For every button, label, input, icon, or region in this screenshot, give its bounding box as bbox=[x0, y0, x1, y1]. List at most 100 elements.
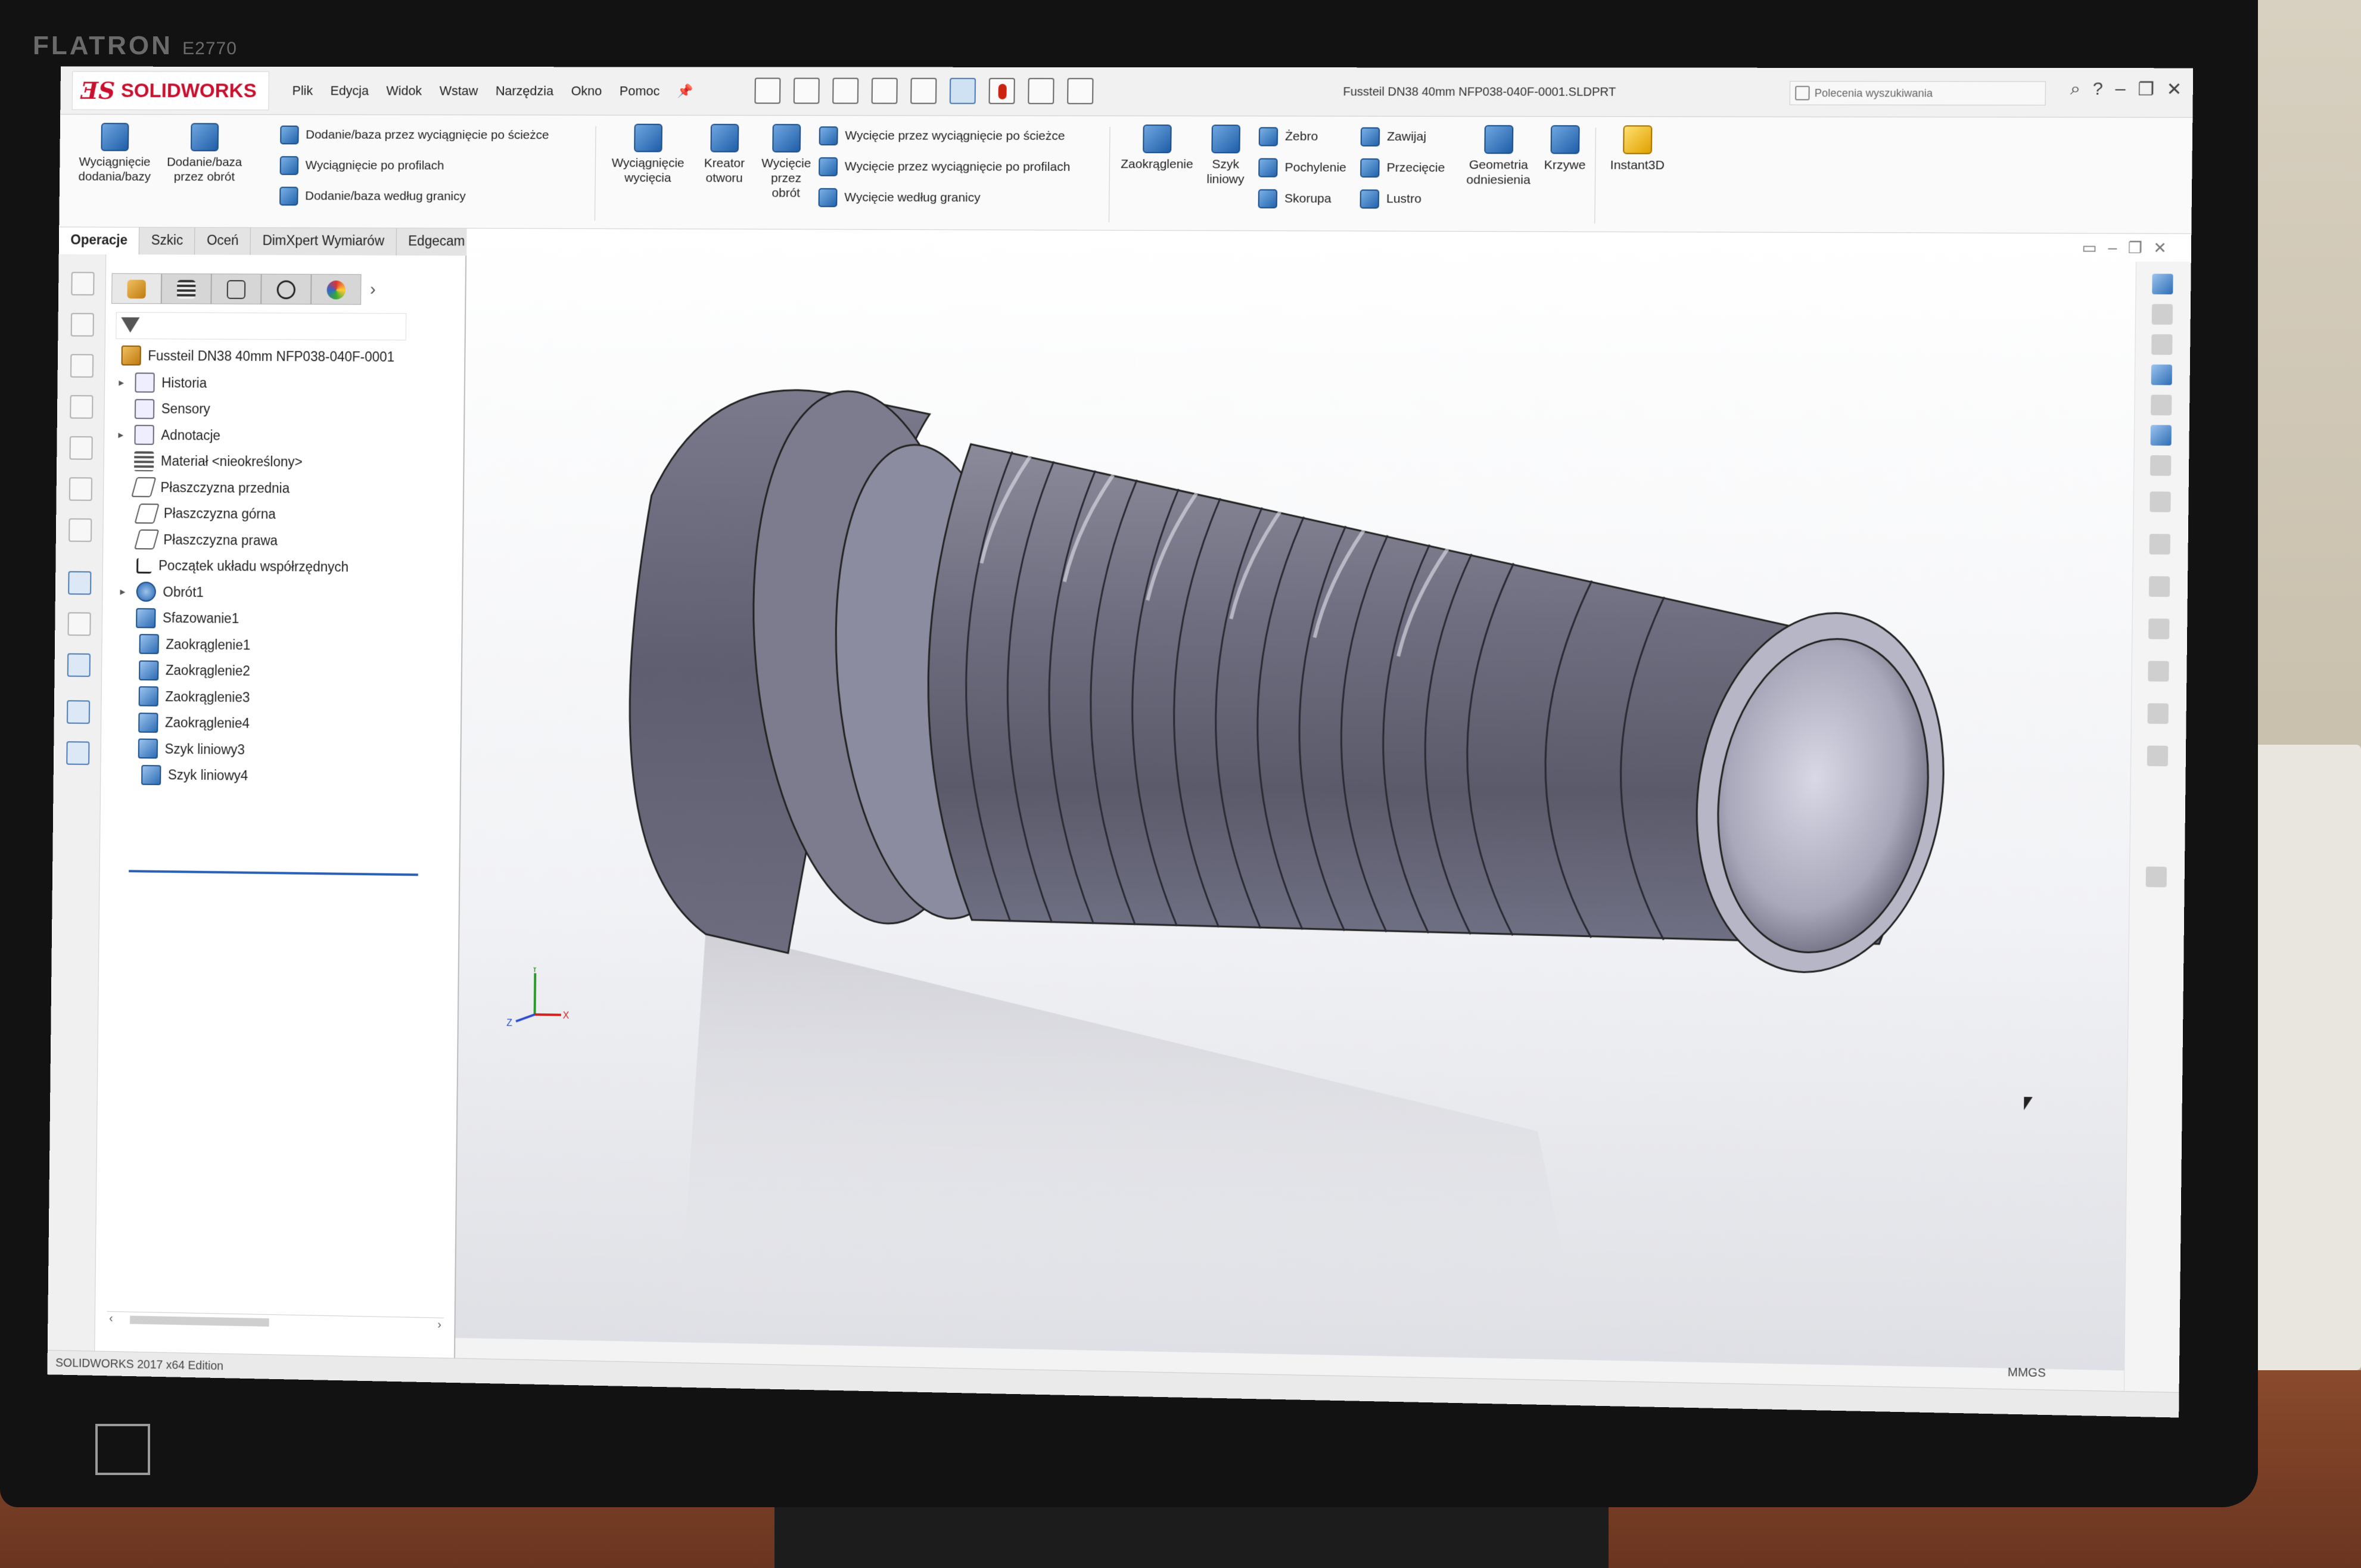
reference-geometry-button[interactable]: Geometria odniesienia bbox=[1462, 125, 1535, 188]
sketch-tool-icon[interactable] bbox=[2148, 618, 2170, 640]
scrollbar-thumb[interactable] bbox=[130, 1315, 269, 1327]
tree-node[interactable]: Sensory bbox=[119, 396, 210, 422]
tree-node[interactable]: ▸ Obrót1 bbox=[120, 578, 204, 605]
display-icon[interactable] bbox=[67, 653, 91, 677]
command-search-input[interactable]: Polecenia wyszukiwania bbox=[1789, 81, 2046, 105]
feature-icon[interactable] bbox=[70, 395, 94, 419]
select-cursor-icon[interactable] bbox=[949, 77, 976, 104]
wrap-button[interactable]: Zawijaj bbox=[1360, 127, 1427, 147]
feature-icon[interactable] bbox=[71, 272, 95, 295]
view-palette-icon[interactable] bbox=[2151, 394, 2172, 416]
dimxpert-manager-tab[interactable] bbox=[261, 273, 312, 305]
tolerance-icon[interactable] bbox=[2147, 703, 2169, 724]
menu-item[interactable]: Plik bbox=[292, 83, 313, 99]
intersect-button[interactable]: Przecięcie bbox=[1360, 158, 1445, 178]
tab-edgecam[interactable]: Edgecam bbox=[396, 228, 478, 256]
tree-node[interactable]: Płaszczyzna przednia bbox=[117, 474, 290, 501]
search-icon[interactable]: ⌕ bbox=[2070, 79, 2081, 100]
shell-button[interactable]: Skorupa bbox=[1258, 189, 1332, 209]
expand-arrow-icon[interactable]: ▸ bbox=[119, 377, 128, 389]
text-icon[interactable] bbox=[2150, 491, 2171, 512]
feature-icon[interactable] bbox=[66, 741, 90, 766]
fillet-button[interactable]: Zaokrąglenie bbox=[1115, 125, 1199, 172]
feature-icon[interactable] bbox=[69, 518, 92, 542]
tree-node[interactable]: Szyk liniowy4 bbox=[125, 761, 248, 789]
scroll-right-icon[interactable]: › bbox=[437, 1318, 441, 1332]
feature-icon[interactable] bbox=[69, 436, 93, 460]
linear-pattern-button[interactable]: Szyk liniowy bbox=[1202, 125, 1250, 186]
lofted-cut-button[interactable]: Wycięcie przez wyciągnięcie po profilach bbox=[819, 157, 1070, 177]
boundary-boss-button[interactable]: Dodanie/baza według granicy bbox=[279, 186, 466, 206]
menu-item[interactable]: Narzędzia bbox=[496, 83, 554, 99]
menu-item[interactable]: Edycja bbox=[330, 83, 369, 99]
help-icon[interactable]: ? bbox=[2093, 79, 2104, 100]
undo-icon[interactable] bbox=[910, 77, 937, 104]
swept-cut-button[interactable]: Wycięcie przez wyciągnięcie po ścieżce bbox=[819, 126, 1065, 146]
checkmark-icon[interactable] bbox=[2148, 576, 2170, 597]
scroll-left-icon[interactable]: ‹ bbox=[109, 1312, 113, 1326]
tree-node[interactable]: Początek układu współrzędnych bbox=[120, 552, 349, 580]
configuration-manager-tab[interactable] bbox=[211, 273, 262, 304]
print-icon[interactable] bbox=[871, 77, 898, 104]
tab-dimxpert-wymiar-w[interactable]: DimXpert Wymiarów bbox=[250, 228, 397, 256]
tree-node[interactable]: Zaokrąglenie2 bbox=[123, 657, 250, 684]
new-document-icon[interactable] bbox=[754, 77, 781, 104]
tree-node[interactable]: ▸ Adnotacje bbox=[118, 422, 220, 448]
menu-item[interactable]: Widok bbox=[386, 83, 422, 99]
lofted-boss-button[interactable]: Wyciągnięcie po profilach bbox=[279, 156, 444, 175]
pin-menu-icon[interactable]: 📌 bbox=[677, 83, 693, 99]
tree-node[interactable]: Sfazowanie1 bbox=[120, 605, 239, 631]
tab-szkic[interactable]: Szkic bbox=[139, 227, 195, 255]
expand-arrow-icon[interactable]: ▸ bbox=[120, 586, 129, 598]
curves-button[interactable]: Krzywe bbox=[1541, 125, 1589, 173]
smart-dimension-icon[interactable] bbox=[2149, 534, 2171, 555]
feature-manager-tab[interactable] bbox=[111, 273, 162, 304]
open-icon[interactable] bbox=[793, 77, 820, 104]
close-icon[interactable]: ✕ bbox=[2166, 79, 2182, 101]
menu-item[interactable]: Okno bbox=[571, 83, 602, 99]
feature-icon[interactable] bbox=[69, 477, 93, 501]
feature-icon[interactable] bbox=[70, 354, 94, 378]
restore-icon[interactable]: ❐ bbox=[2138, 79, 2154, 101]
feature-icon[interactable] bbox=[66, 700, 91, 724]
appearances-icon[interactable] bbox=[2150, 425, 2172, 446]
tree-node[interactable]: ▸ Historia bbox=[119, 369, 207, 396]
tab-oce-[interactable]: Oceń bbox=[195, 228, 251, 255]
feature-icon[interactable] bbox=[70, 313, 94, 337]
tree-node[interactable]: Zaokrąglenie4 bbox=[122, 710, 250, 737]
hole-wizard-button[interactable]: Kreator otworu bbox=[692, 123, 757, 186]
rollback-bar[interactable] bbox=[129, 870, 418, 876]
boundary-cut-button[interactable]: Wycięcie według granicy bbox=[818, 188, 981, 208]
revolved-boss-button[interactable]: Dodanie/baza przez obrót bbox=[161, 123, 248, 184]
revolved-cut-button[interactable]: Wycięcie przez obrót bbox=[757, 124, 816, 201]
tree-node[interactable]: Fussteil DN38 40mm NFP038-040F-0001 bbox=[105, 343, 394, 370]
chevron-right-icon[interactable]: › bbox=[361, 274, 385, 305]
mirror-button[interactable]: Lustro bbox=[1360, 189, 1422, 209]
solidworks-logo[interactable]: ƎS SOLIDWORKS bbox=[71, 71, 269, 110]
horizontal-scrollbar[interactable]: ‹ › bbox=[107, 1311, 444, 1334]
feature-icon[interactable] bbox=[67, 612, 91, 636]
part-model[interactable] bbox=[455, 229, 2191, 1372]
tree-node[interactable]: Płaszczyzna prawa bbox=[120, 526, 278, 553]
table-icon[interactable] bbox=[2148, 661, 2169, 682]
table-grid-icon[interactable] bbox=[2145, 866, 2167, 888]
property-manager-tab[interactable] bbox=[161, 273, 211, 304]
design-library-icon[interactable] bbox=[2151, 334, 2173, 355]
display-manager-tab[interactable] bbox=[310, 273, 362, 305]
tree-node[interactable]: Zaokrąglenie3 bbox=[122, 683, 250, 711]
menu-item[interactable]: Wstaw bbox=[439, 83, 478, 99]
options-gear-icon[interactable] bbox=[1067, 77, 1094, 104]
extruded-cut-button[interactable]: Wyciągnięcie wycięcia bbox=[604, 123, 692, 186]
sketch-icon[interactable] bbox=[68, 571, 92, 595]
rebuild-icon[interactable] bbox=[988, 77, 1015, 104]
tab-operacje[interactable]: Operacje bbox=[58, 227, 140, 255]
tree-node[interactable]: Płaszczyzna górna bbox=[121, 500, 276, 527]
units-indicator[interactable]: MMGS bbox=[2008, 1366, 2046, 1381]
resources-icon[interactable] bbox=[2151, 304, 2173, 325]
file-explorer-icon[interactable] bbox=[2151, 364, 2173, 385]
draft-button[interactable]: Pochylenie bbox=[1258, 158, 1346, 178]
swept-boss-button[interactable]: Dodanie/baza przez wyciągnięcie po ścież… bbox=[280, 125, 549, 145]
tree-node[interactable]: Materiał <nieokreślony> bbox=[118, 448, 303, 475]
tree-node[interactable]: Zaokrąglenie1 bbox=[123, 631, 250, 658]
tree-node[interactable]: Szyk liniowy3 bbox=[122, 735, 245, 763]
